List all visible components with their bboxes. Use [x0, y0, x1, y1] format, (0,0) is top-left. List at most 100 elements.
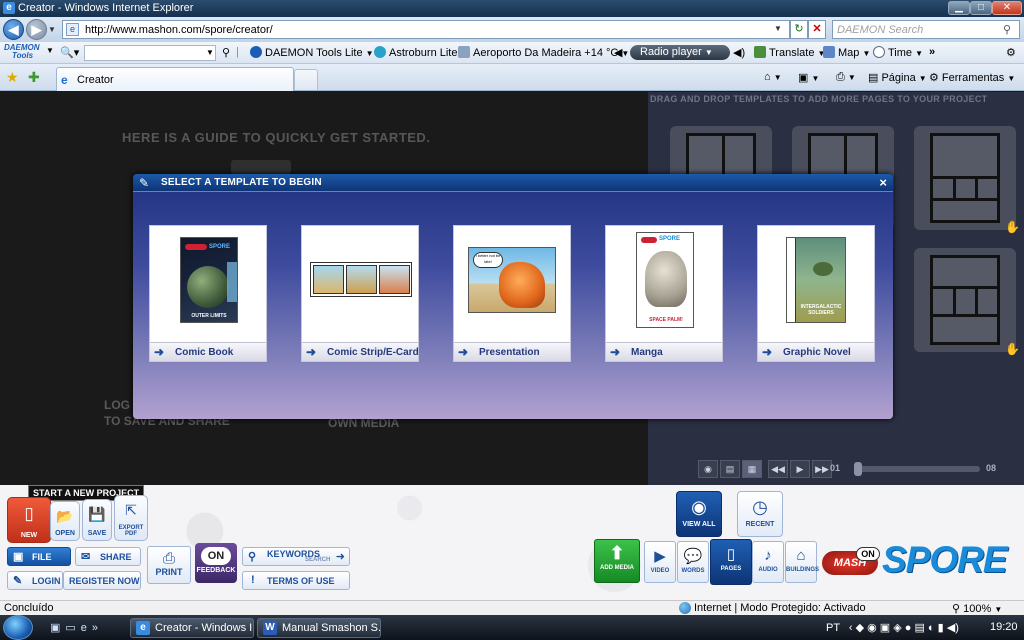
stop-button[interactable]: ✕ [808, 20, 826, 39]
template-manga[interactable]: SPORE SPACE PALM! ➜ Manga [605, 225, 723, 362]
template-footer[interactable]: ➜ Manga [606, 342, 722, 361]
register-button[interactable]: REGISTER NOW [63, 571, 141, 590]
layout-template-three-row[interactable]: ✋ [914, 126, 1020, 234]
feedback-button[interactable]: ON FEEDBACK [195, 543, 237, 583]
daemon-tools-lite-link[interactable]: DAEMON Tools Lite ▼ [250, 46, 374, 59]
tab-buildings[interactable]: ⌂ BUILDINGS [785, 541, 819, 583]
tray-icons[interactable]: ‹ ◆ ◉ ▣ ◈ ● ▤ ◐ ▮ ◀) [849, 622, 959, 634]
translate-link[interactable]: Translate ▼ [754, 46, 825, 59]
zoom-control[interactable]: ⚲ 100% ▼ [952, 602, 1002, 615]
template-footer[interactable]: ➜ Presentation [454, 342, 570, 361]
minimize-button[interactable]: ▁ [948, 1, 970, 15]
add-media-button[interactable]: ⬆ ADD MEDIA [594, 539, 640, 583]
taskbar-ie-button[interactable]: e Creator - Windows I... [130, 618, 254, 638]
search-icon[interactable]: ⚲ [1003, 23, 1011, 36]
radio-player[interactable]: Radio player ▼ [630, 45, 730, 60]
toolbar-search-field[interactable] [84, 45, 216, 61]
share-button[interactable]: ✉ SHARE [75, 547, 141, 566]
quick-launch-icons[interactable]: ▣▭e» [50, 621, 103, 634]
file-button[interactable]: ▣ FILE [7, 547, 71, 566]
template-presentation[interactable]: I better not be late! ➜ Presentation [453, 225, 571, 362]
time-link[interactable]: Time ▼ [873, 46, 923, 59]
feeds-icon[interactable]: ▣ ▼ [798, 71, 819, 84]
daemon-menu-dropdown[interactable]: ▼ [46, 46, 54, 55]
astroburn-link[interactable]: Astroburn Lite [374, 46, 457, 59]
login-button[interactable]: ✎ LOGIN [7, 571, 63, 590]
print-button[interactable]: ⎙ PRINT [147, 546, 191, 584]
template-footer[interactable]: ➜ Graphic Novel [758, 342, 874, 361]
url-field[interactable]: e http://www.mashon.com/spore/creator/ ▼ [62, 20, 790, 39]
page-menu[interactable]: ▤ Página ▼ [868, 71, 927, 84]
print-icon[interactable]: ⎙ ▼ [836, 71, 856, 84]
favorites-star-icon[interactable]: ★ [6, 69, 19, 86]
radio-volume-icon[interactable]: ◀) [733, 46, 745, 59]
on-badge: ON [201, 547, 231, 565]
taskbar-word-button[interactable]: W Manual Smashon S... [257, 618, 381, 638]
start-button[interactable] [3, 615, 33, 640]
add-favorites-icon[interactable]: ✚ [28, 69, 40, 86]
tools-menu[interactable]: ⚙ Ferramentas ▼ [929, 71, 1015, 84]
toolbar-overflow-chevron[interactable]: » [929, 46, 935, 58]
security-zone-text[interactable]: Internet | Modo Protegido: Activado [694, 602, 866, 614]
home-icon[interactable]: ⌂ ▼ [764, 71, 782, 83]
back-button[interactable]: ◀ [3, 19, 24, 40]
grid-view-icon[interactable]: ▦ [742, 460, 762, 478]
refresh-button[interactable]: ↻ [790, 20, 808, 39]
map-link[interactable]: Map ▼ [823, 46, 870, 59]
fast-forward-icon[interactable]: ▶▶ [812, 460, 832, 478]
keywords-search-button[interactable]: ⚲ KEYWORDS SEARCH ➜ [242, 547, 350, 566]
weather-link[interactable]: Aeroporto Da Madeira +14 °C ▼ [458, 46, 629, 59]
recent-button[interactable]: ◷ RECENT [737, 491, 783, 537]
url-dropdown-icon[interactable]: ▼ [774, 24, 782, 33]
search-engine-icon[interactable]: 🔍▾ [60, 46, 79, 59]
system-tray[interactable]: PT ‹ ◆ ◉ ▣ ◈ ● ▤ ◐ ▮ ◀) [826, 621, 959, 634]
tab-words[interactable]: 💬 WORDS [677, 541, 709, 583]
page-scrubber[interactable] [854, 466, 980, 472]
view-all-button[interactable]: ◉ VIEW ALL [676, 491, 722, 537]
media-tab-label: PAGES [720, 566, 742, 572]
layout-template-grid[interactable]: ✋ [914, 248, 1020, 356]
close-window-button[interactable]: ✕ [992, 1, 1022, 15]
forward-button[interactable]: ▶ [26, 19, 47, 40]
page-icon: e [66, 23, 79, 36]
translate-icon [754, 46, 766, 58]
tab-audio[interactable]: ♪ AUDIO [752, 541, 784, 583]
tab-pages[interactable]: ▯ PAGES [710, 539, 752, 585]
template-graphic-novel[interactable]: INTERGALACTIC SOLDIERS ➜ Graphic Novel [757, 225, 875, 362]
film-icon[interactable]: ▤ [720, 460, 740, 478]
template-footer[interactable]: ➜ Comic Strip/E-Card [302, 342, 419, 361]
toolbar-search-icon[interactable]: ⚲ [222, 46, 230, 59]
new-tab-button[interactable] [294, 69, 318, 90]
search-input[interactable]: DAEMON Search ⚲ [832, 20, 1020, 39]
toolbar-options-icon[interactable]: ⚙ [1006, 46, 1016, 59]
spore-logo[interactable]: SPORE [882, 539, 1008, 581]
taskbar-clock[interactable]: 19:20 [990, 621, 1018, 633]
dialog-close-button[interactable]: × [879, 175, 887, 190]
open-button[interactable]: 📂 OPEN [50, 501, 80, 541]
template-comic-strip[interactable]: ➜ Comic Strip/E-Card [301, 225, 419, 362]
template-comic-book[interactable]: SPORE OUTER LIMITS ➜ Comic Book [149, 225, 267, 362]
toolbar-search-dropdown[interactable]: ▼ [206, 48, 214, 57]
tab-creator[interactable]: e Creator [56, 67, 294, 91]
save-button[interactable]: 💾 SAVE [82, 499, 112, 541]
media-tab-label: BUILDINGS [786, 567, 819, 573]
language-indicator[interactable]: PT [826, 622, 840, 634]
template-label: Comic Strip/E-Card [327, 347, 419, 358]
search-placeholder: DAEMON Search [837, 24, 924, 36]
daemon-tools-logo[interactable]: DAEMON Tools [4, 44, 44, 62]
folder-icon: 📂 [56, 508, 74, 524]
music-note-icon: ♪ [764, 547, 772, 564]
maximize-button[interactable]: □ [970, 1, 992, 15]
export-pdf-button[interactable]: ⇱ EXPORT PDF [114, 495, 148, 541]
recent-pages-dropdown[interactable]: ▼ [48, 25, 56, 34]
terms-of-use-button[interactable]: ! TERMS OF USE [242, 571, 350, 590]
preview-eye-icon[interactable]: ◉ [698, 460, 718, 478]
url-text[interactable]: http://www.mashon.com/spore/creator/ [85, 24, 273, 36]
play-icon[interactable]: ▶ [790, 460, 810, 478]
tab-video[interactable]: ▶ VIDEO [644, 541, 676, 583]
rewind-icon[interactable]: ◀◀ [768, 460, 788, 478]
template-footer[interactable]: ➜ Comic Book [150, 342, 266, 361]
new-project-button[interactable]: ▯ NEW [7, 497, 51, 543]
page-scrubber-handle[interactable] [854, 462, 862, 476]
radio-prev-icon[interactable]: ◀ [614, 46, 622, 59]
